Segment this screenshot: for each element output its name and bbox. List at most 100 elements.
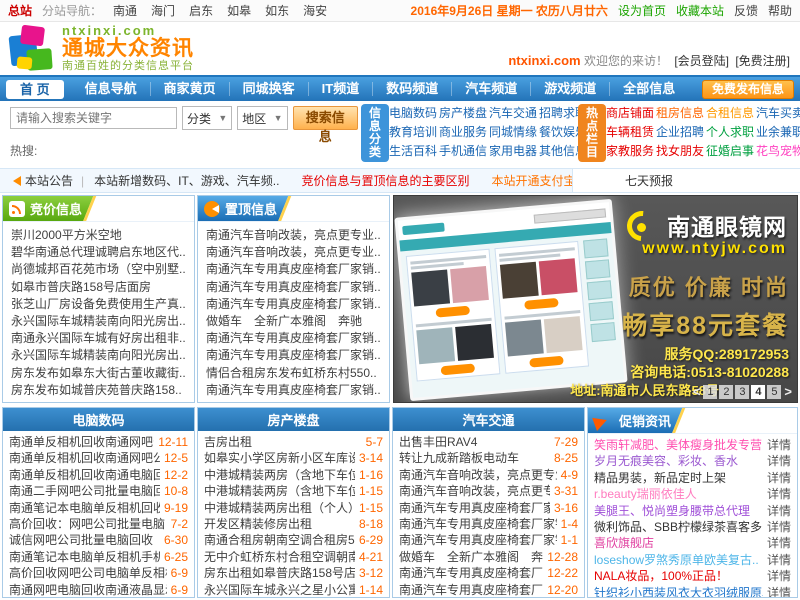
item-title[interactable]: 微利饰品、SBB柠檬绿茶喜客多 <box>594 519 763 535</box>
announcement-link[interactable]: 本站新增数码、IT、游戏、汽车频.. <box>94 174 279 188</box>
item-title[interactable]: 南通笔记本电脑单反相机回收 <box>9 500 160 516</box>
item-title[interactable]: 中港城精装两房（含地下车位）.. <box>204 483 355 499</box>
auto-title[interactable]: 汽车交通 <box>393 408 584 431</box>
announcement-link[interactable]: 竞价信息与置顶信息的主要区别 <box>301 174 469 188</box>
list-item[interactable]: 房东发布如皋东大街古董收藏街.. <box>11 365 186 382</box>
detail-link[interactable]: 详情 <box>767 552 791 568</box>
item-title[interactable]: 南通汽车音响改装，亮点更专业.. <box>399 483 550 499</box>
item-title[interactable]: 吉房出租 <box>204 434 362 450</box>
category-link[interactable]: 电脑数码 <box>389 105 437 122</box>
item-title[interactable]: 南通汽车专用真皮座椅套厂家销.. <box>399 582 543 598</box>
list-item[interactable]: 房东发布如城普庆苑普庆路158.. <box>11 382 186 399</box>
hot-link[interactable]: 车辆租赁 <box>606 124 654 141</box>
item-title[interactable]: 高价回收：网吧公司批量电脑 <box>9 516 167 532</box>
list-item[interactable]: 碧华南通总代理诚聘启东地区代.. <box>11 244 186 261</box>
pager-prev[interactable]: < <box>692 384 702 399</box>
hot-link[interactable]: 合租信息 <box>706 105 754 122</box>
list-item[interactable]: 南通汽车专用真皮座椅套厂家销.. <box>206 296 381 313</box>
subsite-link[interactable]: 如东 <box>265 4 289 18</box>
hot-link[interactable]: 业余兼职 <box>756 124 800 141</box>
item-title[interactable]: 南通单反相机回收南通网吧公司.. <box>9 434 154 450</box>
nav-tab[interactable]: 商家黄页 <box>151 82 230 96</box>
item-title[interactable]: 岁月无痕美容、彩妆、香水 <box>594 453 763 469</box>
list-item[interactable]: 永兴国际车城精装南向阳光房出.. <box>11 347 186 364</box>
subsite-link[interactable]: 海门 <box>151 4 175 18</box>
item-title[interactable]: 喜欣旗舰店 <box>594 535 763 551</box>
item-title[interactable]: 如皋实小学区房新小区车库设备.. <box>204 450 355 466</box>
pager-page[interactable]: 2 <box>719 385 733 399</box>
item-title[interactable]: 笑雨轩减肥、美体瘦身批发专营 <box>594 437 763 453</box>
nav-tab[interactable]: 数码频道 <box>373 82 452 96</box>
subsite-link[interactable]: 海安 <box>303 4 327 18</box>
subsite-link[interactable]: 南通 <box>113 4 137 18</box>
item-title[interactable]: 南通汽车专用真皮座椅套厂家销.. <box>399 565 543 581</box>
hot-link[interactable]: 征婚启事 <box>706 143 754 160</box>
category-link[interactable]: 房产楼盘 <box>439 105 487 122</box>
feedback-link[interactable]: 反馈 <box>734 2 758 19</box>
item-title[interactable]: 中港城精装两房出租（个人） <box>204 500 355 516</box>
list-item[interactable]: 崇川2000平方米空地 <box>11 227 186 244</box>
nav-tab[interactable]: IT频道 <box>309 82 374 96</box>
computer-title[interactable]: 电脑数码 <box>3 408 194 431</box>
search-input[interactable] <box>10 107 177 129</box>
list-item[interactable]: 南通汽车专用真皮座椅套厂家销.. <box>206 261 381 278</box>
item-title[interactable]: 开发区精装修房出租 <box>204 516 355 532</box>
item-title[interactable]: 南通汽车专用真皮座椅套厂家销.. <box>399 516 557 532</box>
pager-page-active[interactable]: 4 <box>751 385 765 399</box>
item-title[interactable]: 诚信网吧公司批量电脑回收 <box>9 532 160 548</box>
hot-link[interactable]: 家教服务 <box>606 143 654 160</box>
pager-page[interactable]: 3 <box>735 385 749 399</box>
item-title[interactable]: 中港城精装两房（含地下车位）.. <box>204 467 355 483</box>
list-item[interactable]: 尚德城邦百花苑市场（空中别墅.. <box>11 261 186 278</box>
set-home-link[interactable]: 设为首页 <box>618 2 666 19</box>
item-title[interactable]: NALA妆品，100%正品！ <box>594 568 763 584</box>
category-link[interactable]: 商业服务 <box>439 124 487 141</box>
site-logo[interactable] <box>10 26 56 72</box>
item-title[interactable]: 房东出租如皋普庆路158号店面.. <box>204 565 355 581</box>
favorite-link[interactable]: 收藏本站 <box>676 2 724 19</box>
category-link[interactable]: 家用电器 <box>489 143 537 160</box>
pager-next[interactable]: > <box>783 384 793 399</box>
item-title[interactable]: 无中介虹桥东村合租空调朝南55.. <box>204 549 355 565</box>
subsite-link[interactable]: 如皋 <box>227 4 251 18</box>
hot-link[interactable]: 汽车买卖 <box>756 105 800 122</box>
nav-tab[interactable]: 全部信息 <box>610 82 688 96</box>
register-link[interactable]: [免费注册] <box>735 54 790 68</box>
list-item[interactable]: 做婚车 全新广本雅阁 奔驰 <box>206 313 381 330</box>
detail-link[interactable]: 详情 <box>767 470 791 486</box>
hot-link[interactable]: 租房信息 <box>656 105 704 122</box>
item-title[interactable]: 南通二手网吧公司批量电脑回收.. <box>9 483 160 499</box>
item-title[interactable]: 南通汽车专用真皮座椅套厂家销.. <box>399 500 550 516</box>
subsite-link[interactable]: 启东 <box>189 4 213 18</box>
item-title[interactable]: 永兴国际车城永兴之星小公寓出.. <box>204 582 355 598</box>
nav-tab[interactable]: 同城换客 <box>230 82 309 96</box>
hot-link[interactable]: 找女朋友 <box>656 143 704 160</box>
category-link[interactable]: 生活百科 <box>389 143 437 160</box>
hot-link[interactable]: 花鸟宠物 <box>756 143 800 160</box>
realty-title[interactable]: 房产楼盘 <box>198 408 389 431</box>
item-title[interactable]: loseshow罗煞秀原单欧美复古.. <box>594 552 763 568</box>
item-title[interactable]: 出售丰田RAV4 <box>399 434 550 450</box>
item-title[interactable]: 南通网吧电脑回收南通液晶显示.. <box>9 582 167 598</box>
list-item[interactable]: 张芝山厂房设备免费使用生产真.. <box>11 296 186 313</box>
ad-banner-eyewear[interactable]: 南通眼镜网 www.ntyjw.com 质优 价廉 时尚 畅享88元套餐 服务Q… <box>393 195 798 403</box>
pager-page[interactable]: 1 <box>703 385 717 399</box>
item-title[interactable]: 高价回收网吧公司电脑单反相机.. <box>9 565 167 581</box>
list-item[interactable]: 情侣合租房东发布虹桥东村550.. <box>206 365 381 382</box>
search-button[interactable]: 搜索信息 <box>293 106 359 130</box>
item-title[interactable]: 南通笔记本电脑单反相机手机回.. <box>9 549 160 565</box>
item-title[interactable]: 南通单反相机回收南通电脑回收.. <box>9 467 160 483</box>
list-item[interactable]: 南通汽车专用真皮座椅套厂家销.. <box>206 279 381 296</box>
category-link[interactable]: 同城情缘 <box>489 124 537 141</box>
hot-link[interactable]: 企业招聘 <box>656 124 704 141</box>
category-link[interactable]: 教育培训 <box>389 124 437 141</box>
item-title[interactable]: 精品男装，新品定时上架 <box>594 470 763 486</box>
weather-forecast[interactable]: 七天预报 <box>572 169 800 192</box>
list-item[interactable]: 永兴国际车城精装南向阳光房出.. <box>11 313 186 330</box>
category-link[interactable]: 汽车交通 <box>489 105 537 122</box>
login-link[interactable]: [会员登陆] <box>674 54 729 68</box>
list-item[interactable]: 如皋市普庆路158号店面房 <box>11 279 186 296</box>
nav-tab[interactable]: 游戏频道 <box>531 82 610 96</box>
publish-info-button[interactable]: 免费发布信息 <box>702 80 794 99</box>
item-title[interactable]: 转让九成新踏板电动车 <box>399 450 550 466</box>
